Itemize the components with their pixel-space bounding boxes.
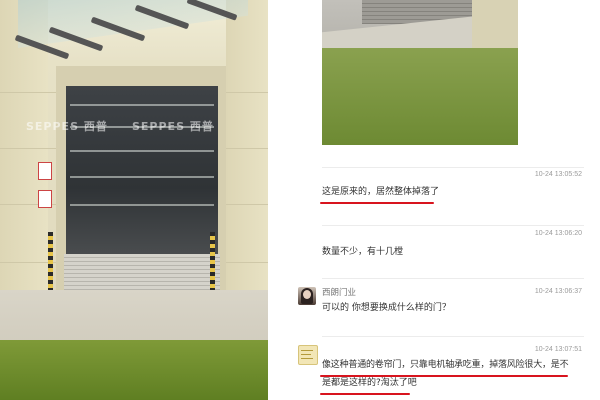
ceiling-light bbox=[70, 204, 214, 206]
message-timestamp: 10-24 13:07:51 bbox=[534, 346, 582, 353]
message-text: 这是原来的，居然整体掉落了 bbox=[322, 187, 440, 197]
hazard-post bbox=[210, 232, 215, 292]
avatar-face bbox=[303, 290, 311, 299]
message-divider bbox=[322, 278, 584, 279]
sender-name: 西朗门业 bbox=[322, 288, 357, 298]
rolling-shutter bbox=[64, 254, 220, 292]
message-text-line: 像这种普通的卷帘门，只靠电机轴承吃重，掉落风险很大，是不 bbox=[322, 360, 569, 370]
message-divider bbox=[322, 167, 584, 168]
warning-sign bbox=[38, 162, 52, 180]
message-text: 可以的 你想要换成什么样的门？ bbox=[322, 303, 451, 313]
message-text: 数量不少，有十几樘 bbox=[322, 247, 404, 257]
message-timestamp: 10-24 13:06:20 bbox=[534, 230, 582, 237]
warehouse-door-photo: SEPPES 西普 SEPPES 西普 bbox=[0, 0, 268, 400]
hazard-post bbox=[48, 232, 53, 292]
chat-panel: 10-24 13:05:52 这是原来的，居然整体掉落了 10-24 13:06… bbox=[268, 0, 600, 400]
avatar-detail bbox=[301, 358, 313, 359]
image-grass bbox=[322, 48, 518, 145]
watermark: SEPPES 西普 bbox=[26, 120, 108, 133]
message-text-line: 是都是这样的?淘汰了吧 bbox=[322, 378, 417, 388]
image-column bbox=[472, 0, 518, 52]
red-underline bbox=[320, 393, 410, 395]
message-divider bbox=[322, 336, 584, 337]
avatar-detail bbox=[301, 350, 313, 351]
message-timestamp: 10-24 13:05:52 bbox=[534, 171, 582, 178]
user-avatar[interactable] bbox=[298, 345, 318, 365]
message-image[interactable] bbox=[322, 0, 518, 145]
message-timestamp: 10-24 13:06:37 bbox=[534, 288, 582, 295]
message-divider bbox=[322, 225, 584, 226]
wall-column bbox=[226, 0, 268, 330]
lawn bbox=[0, 340, 268, 400]
ceiling-light bbox=[70, 150, 214, 152]
user-avatar[interactable] bbox=[298, 287, 316, 305]
ceiling-light bbox=[70, 104, 214, 106]
avatar-detail bbox=[301, 354, 311, 355]
door-opening bbox=[66, 86, 218, 256]
warning-sign bbox=[38, 190, 52, 208]
red-underline bbox=[320, 202, 434, 204]
watermark: SEPPES 西普 bbox=[132, 120, 214, 133]
ceiling-light bbox=[70, 176, 214, 178]
